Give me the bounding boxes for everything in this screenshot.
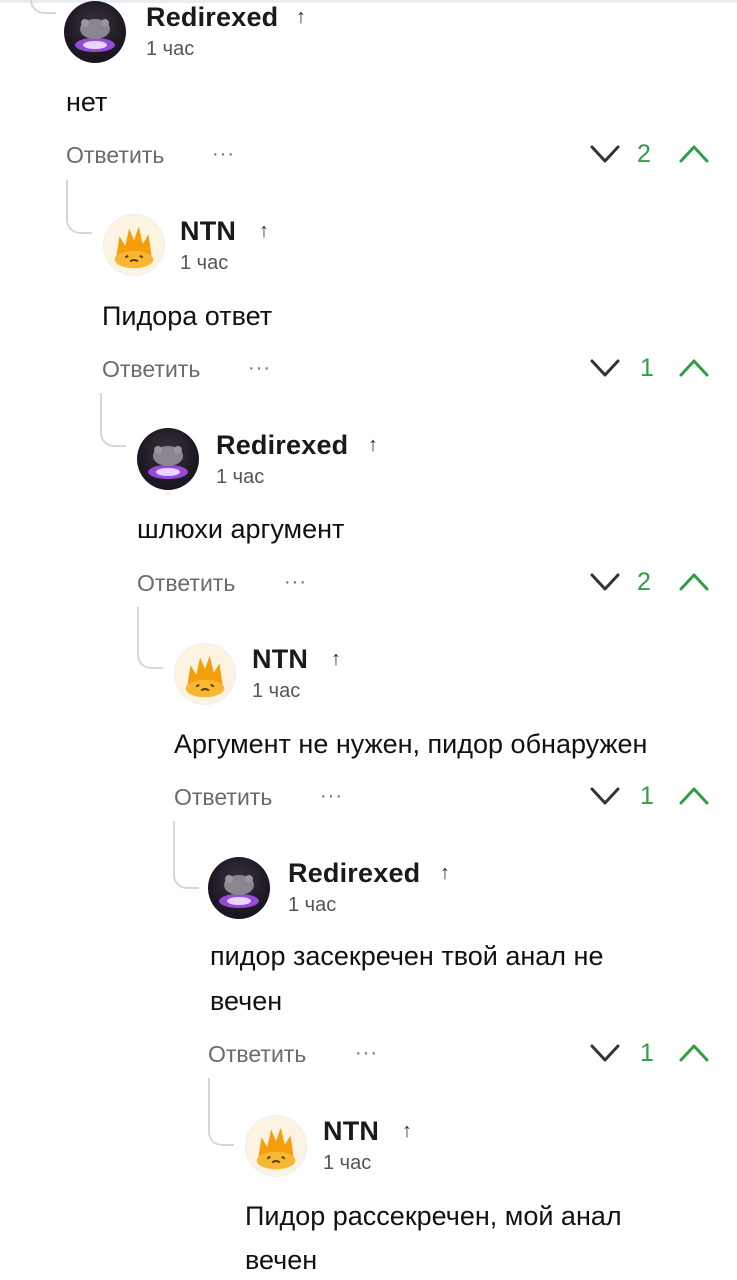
more-options-button[interactable]: ··· (284, 571, 307, 594)
thread-line (173, 821, 199, 889)
comment-text: Пидора ответ (102, 301, 273, 331)
username[interactable]: NTN (323, 1116, 379, 1147)
timestamp: 1 час (323, 1152, 372, 1174)
reply-button[interactable]: Ответить (137, 570, 235, 597)
rat-avatar[interactable] (64, 1, 126, 63)
op-arrow-icon: ↑ (368, 434, 378, 456)
op-arrow-icon: ↑ (259, 220, 269, 242)
more-options-button[interactable]: ··· (248, 357, 271, 380)
thread-line (100, 393, 126, 447)
vote-count: 1 (640, 354, 654, 382)
upvote-icon[interactable] (678, 786, 710, 806)
comment-text-line: Пидор рассекречен, мой анал (245, 1201, 622, 1231)
rat-avatar[interactable] (208, 857, 270, 919)
comment-text-line: вечен (210, 986, 283, 1016)
username[interactable]: Redirexed (146, 2, 278, 33)
thread-line (137, 607, 163, 669)
more-options-button[interactable]: ··· (320, 785, 343, 808)
upvote-icon[interactable] (678, 358, 710, 378)
timestamp: 1 час (288, 894, 337, 916)
timestamp: 1 час (146, 38, 195, 60)
vote-count: 2 (637, 568, 651, 596)
comment-text: Аргумент не нужен, пидор обнаружен (174, 729, 648, 759)
comment-text-line: пидор засекречен твой анал не (210, 941, 604, 971)
more-options-button[interactable]: ··· (355, 1042, 378, 1065)
upvote-icon[interactable] (678, 144, 710, 164)
reply-button[interactable]: Ответить (174, 784, 272, 811)
fire-avatar[interactable] (103, 214, 165, 276)
fire-avatar[interactable] (245, 1115, 307, 1177)
comment-thread: Redirexed ↑ 1 час нет Ответить ··· 2 NTN… (0, 0, 737, 1280)
timestamp: 1 час (252, 680, 301, 702)
op-arrow-icon: ↑ (331, 648, 341, 670)
downvote-icon[interactable] (589, 786, 621, 806)
thread-line (30, 0, 56, 14)
reply-button[interactable]: Ответить (66, 142, 164, 169)
vote-count: 1 (640, 1039, 654, 1067)
downvote-icon[interactable] (589, 144, 621, 164)
username[interactable]: Redirexed (288, 858, 420, 889)
thread-line (208, 1078, 234, 1146)
rat-avatar[interactable] (137, 428, 199, 490)
reply-button[interactable]: Ответить (102, 356, 200, 383)
top-divider (0, 0, 737, 3)
downvote-icon[interactable] (589, 358, 621, 378)
reply-button[interactable]: Ответить (208, 1041, 306, 1068)
vote-count: 2 (637, 140, 651, 168)
fire-avatar[interactable] (174, 643, 236, 705)
thread-line (66, 180, 92, 234)
comment-text-line: вечен (245, 1245, 318, 1275)
op-arrow-icon: ↑ (402, 1120, 412, 1142)
comment-text: нет (66, 87, 108, 117)
more-options-button[interactable]: ··· (212, 143, 235, 166)
timestamp: 1 час (180, 252, 229, 274)
username[interactable]: Redirexed (216, 430, 348, 461)
timestamp: 1 час (216, 466, 265, 488)
username[interactable]: NTN (180, 216, 236, 247)
op-arrow-icon: ↑ (440, 862, 450, 884)
downvote-icon[interactable] (589, 572, 621, 592)
vote-count: 1 (640, 782, 654, 810)
username[interactable]: NTN (252, 644, 308, 675)
comment-text: шлюхи аргумент (137, 514, 345, 544)
downvote-icon[interactable] (589, 1043, 621, 1063)
upvote-icon[interactable] (678, 572, 710, 592)
upvote-icon[interactable] (678, 1043, 710, 1063)
op-arrow-icon: ↑ (296, 6, 306, 28)
